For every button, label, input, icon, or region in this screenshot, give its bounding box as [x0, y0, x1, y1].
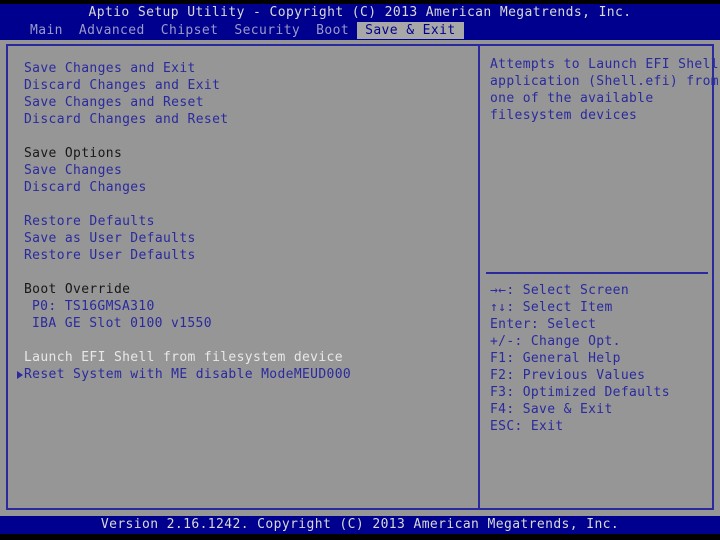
- content-frame: Save Changes and Exit Discard Changes and…: [6, 44, 719, 510]
- help-line: Attempts to Launch EFI Shell: [490, 57, 719, 72]
- menu-bar: Main Advanced Chipset Security Boot Save & Ex…: [0, 21, 720, 40]
- bios-setup-screen: Aptio Setup Utility - Copyright (C) 2013…: [0, 0, 720, 540]
- menu-option-reset-system-with-me-disable-modemeud000[interactable]: Reset System with ME disable ModeMEUD000: [24, 366, 351, 383]
- tab-save-exit[interactable]: Save & Exit: [357, 22, 464, 39]
- menu-option-save-as-user-defaults[interactable]: Save as User Defaults: [24, 230, 196, 247]
- menu-option-save-changes-and-exit[interactable]: Save Changes and Exit: [24, 60, 196, 77]
- menu-option-restore-user-defaults[interactable]: Restore User Defaults: [24, 247, 196, 264]
- key-legend-item: F4: Save & Exit: [490, 402, 613, 417]
- help-line: filesystem devices: [490, 108, 638, 123]
- key-legend-item: →←: Select Screen: [490, 283, 630, 298]
- tab-security[interactable]: Security: [226, 22, 308, 39]
- tab-advanced[interactable]: Advanced: [71, 22, 153, 39]
- menu-option-launch-efi-shell-from-filesystem-device[interactable]: Launch EFI Shell from filesystem device: [24, 349, 343, 366]
- key-legend-item: ESC: Exit: [490, 419, 564, 434]
- menu-option-restore-defaults[interactable]: Restore Defaults: [24, 213, 155, 230]
- help-divider: [486, 272, 708, 274]
- bottom-black-bar: [0, 534, 720, 540]
- menu-option-p0-ts16gmsa310[interactable]: P0: TS16GMSA310: [32, 298, 155, 315]
- key-legend-item: +/-: Change Opt.: [490, 334, 621, 349]
- section-header-boot-override: Boot Override: [24, 282, 131, 297]
- key-legend-item: F3: Optimized Defaults: [490, 385, 670, 400]
- key-legend-item: ↑↓: Select Item: [490, 300, 613, 315]
- footer-bar: Version 2.16.1242. Copyright (C) 2013 Am…: [0, 516, 720, 534]
- help-line: application (Shell.efi) from: [490, 74, 719, 89]
- key-legend: →←: Select Screen ↑↓: Select Item Enter: S…: [490, 282, 710, 435]
- menu-option-save-changes-and-reset[interactable]: Save Changes and Reset: [24, 94, 204, 111]
- key-legend-item: F2: Previous Values: [490, 368, 646, 383]
- tab-main[interactable]: Main: [22, 22, 71, 39]
- tab-chipset[interactable]: Chipset: [153, 22, 227, 39]
- tab-boot[interactable]: Boot: [308, 22, 357, 39]
- section-header-save-options: Save Options: [24, 146, 123, 161]
- key-legend-item: Enter: Select: [490, 317, 597, 332]
- menu-option-save-changes[interactable]: Save Changes: [24, 162, 122, 179]
- menu-option-discard-changes-and-exit[interactable]: Discard Changes and Exit: [24, 77, 220, 94]
- key-legend-item: F1: General Help: [490, 351, 621, 366]
- help-description: Attempts to Launch EFI Shell application …: [490, 56, 719, 124]
- help-panel: Attempts to Launch EFI Shell application …: [480, 46, 719, 508]
- submenu-arrow-icon: [17, 371, 23, 379]
- settings-list: Save Changes and Exit Discard Changes and…: [8, 46, 478, 508]
- menu-option-discard-changes-and-reset[interactable]: Discard Changes and Reset: [24, 111, 228, 128]
- menu-bar-items: Main Advanced Chipset Security Boot Save & Ex…: [22, 21, 464, 40]
- help-line: one of the available: [490, 91, 654, 106]
- menu-option-iba-ge-slot-0100-v1550[interactable]: IBA GE Slot 0100 v1550: [32, 315, 212, 332]
- menu-option-discard-changes[interactable]: Discard Changes: [24, 179, 147, 196]
- title-bar: Aptio Setup Utility - Copyright (C) 2013…: [0, 4, 720, 21]
